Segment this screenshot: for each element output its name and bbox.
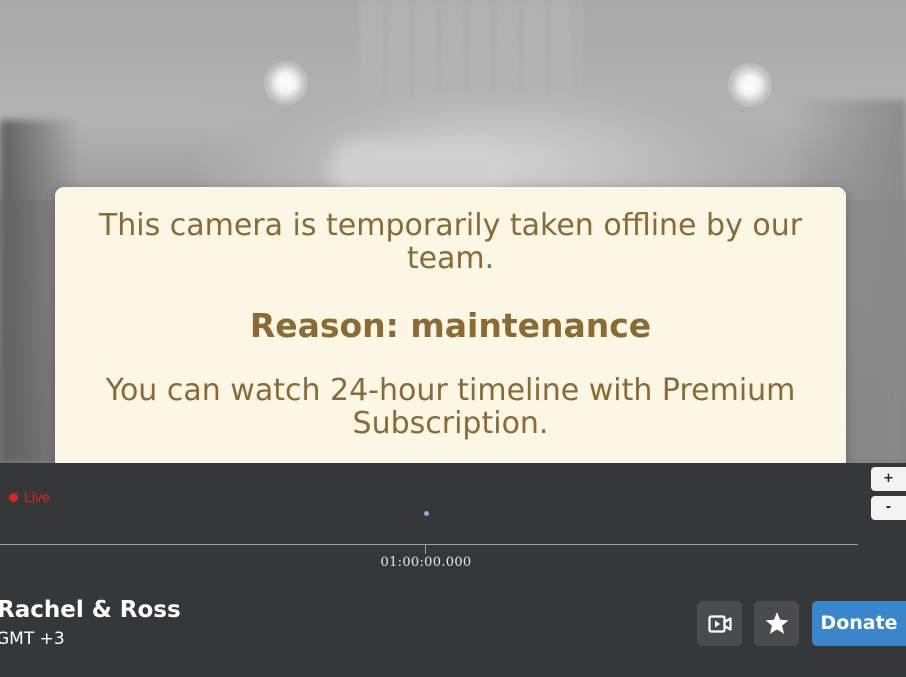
live-indicator[interactable]: Live [9,488,50,506]
record-clip-button[interactable] [697,601,742,646]
star-icon [765,612,788,634]
timeline-tick [425,545,426,554]
timeline-tick-label: 01:00:00.000 [380,555,472,570]
feed-lamp-left [264,61,308,105]
camera-title: Rachel & Ross [0,597,181,623]
zoom-in-button[interactable]: + [871,467,906,491]
donate-button[interactable]: Donate [812,601,906,646]
live-dot-icon [9,493,18,502]
feed-lamp-right [728,63,772,107]
live-label: Live [24,489,50,505]
video-clip-icon [707,614,732,633]
timeline-position-marker [424,511,429,516]
zoom-out-button[interactable]: - [871,496,906,520]
timeline-axis [0,544,858,545]
feed-window [360,0,580,110]
camera-timezone: GMT +3 [0,629,65,649]
offline-notice: This camera is temporarily taken offline… [55,187,846,470]
offline-message: This camera is temporarily taken offline… [98,208,803,276]
offline-reason: Reason: maintenance [249,306,652,345]
camera-page: This camera is temporarily taken offline… [0,0,906,677]
favorite-button[interactable] [754,601,799,646]
premium-message: You can watch 24-hour timeline with Prem… [105,373,796,441]
